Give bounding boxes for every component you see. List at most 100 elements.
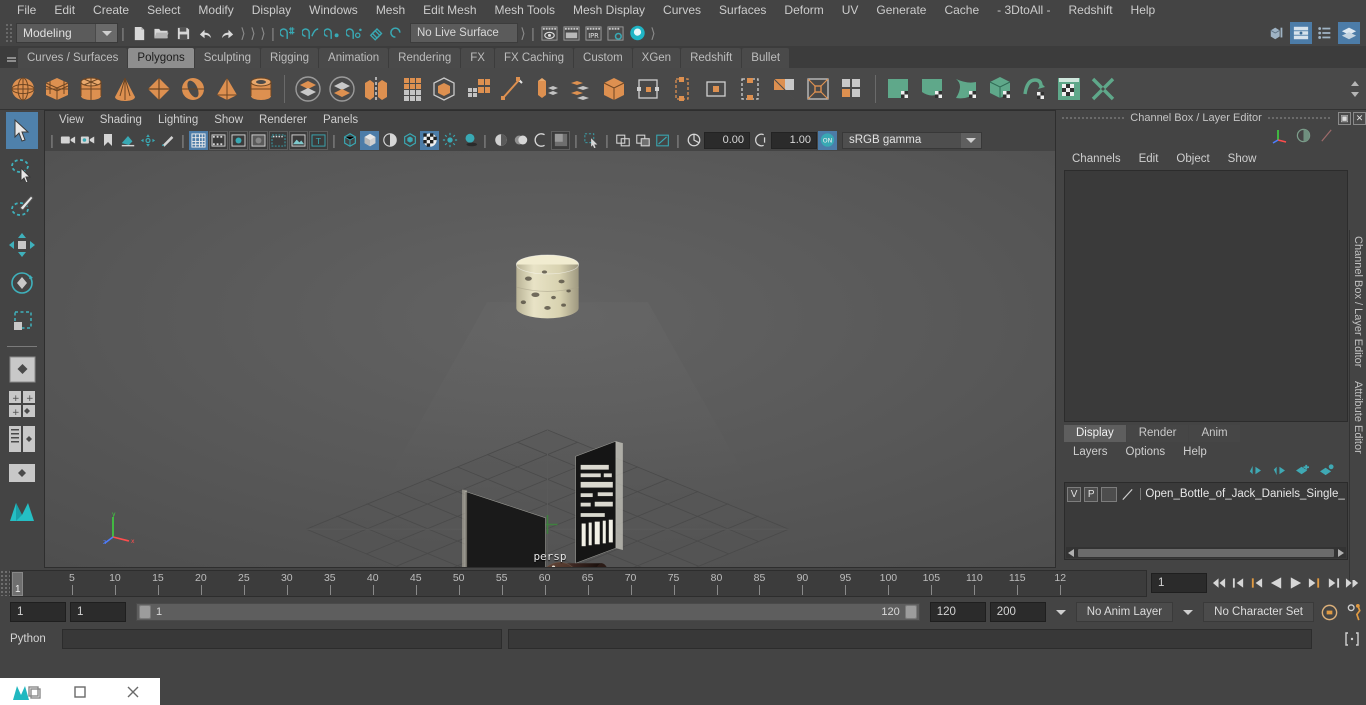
menu-item-uv[interactable]: UV (833, 0, 868, 20)
separate-icon[interactable] (325, 72, 359, 106)
poly-cone-icon[interactable] (108, 72, 142, 106)
color-management-toggle-icon[interactable]: ON (818, 130, 837, 150)
uv-planar-icon[interactable] (882, 72, 916, 106)
side-tab-attribute-editor[interactable]: Attribute Editor (1352, 381, 1364, 454)
channel-box-menu-edit[interactable]: Edit (1131, 153, 1167, 165)
render-settings-icon[interactable] (604, 22, 626, 44)
outliner-persp-layout-icon[interactable] (6, 423, 38, 455)
step-forward-keyframe-icon[interactable] (1325, 574, 1341, 592)
animation-preferences-icon[interactable] (1344, 603, 1366, 621)
layer-list-scrollbar[interactable] (1066, 547, 1346, 558)
close-icon[interactable]: ✕ (1353, 111, 1366, 125)
exposure-adjust-icon[interactable] (684, 131, 703, 150)
gamma-adjust-icon[interactable] (751, 131, 770, 150)
tab-render[interactable]: Render (1126, 425, 1189, 442)
menu-item-3dtoall[interactable]: - 3DtoAll - (988, 0, 1059, 20)
menu-item-edit-mesh[interactable]: Edit Mesh (414, 0, 485, 20)
status-line-grip[interactable] (4, 22, 12, 44)
append-polygon-icon[interactable] (563, 72, 597, 106)
channel-box-content[interactable] (1064, 170, 1348, 422)
shelf-tab-rigging[interactable]: Rigging (261, 48, 319, 68)
mirror-icon[interactable] (359, 72, 393, 106)
screen-space-ao-icon[interactable] (491, 131, 510, 150)
poly-cylinder-icon[interactable] (74, 72, 108, 106)
minimize-icon[interactable] (53, 678, 106, 705)
range-right-handle[interactable] (904, 605, 917, 619)
time-slider-grip[interactable] (0, 570, 10, 596)
shelf-tab-xgen[interactable]: XGen (632, 48, 681, 68)
gamma-value-field[interactable]: 1.00 (771, 131, 817, 149)
poly-pipe-icon[interactable] (244, 72, 278, 106)
anim-end-field[interactable]: 200 (989, 602, 1046, 622)
menu-item-display[interactable]: Display (243, 0, 300, 20)
shelf-tab-bullet[interactable]: Bullet (742, 48, 790, 68)
gate-mask-icon[interactable] (249, 130, 268, 150)
tab-anim[interactable]: Anim (1189, 425, 1240, 442)
perspective-viewport[interactable]: persp y x z (45, 151, 1055, 567)
four-view-layout-icon[interactable]: + + + (6, 388, 38, 420)
viewport-menu-renderer[interactable]: Renderer (251, 111, 315, 129)
tab-display[interactable]: Display (1064, 425, 1126, 442)
smooth-shade-icon[interactable] (360, 130, 379, 150)
use-all-lights-icon[interactable] (440, 131, 459, 150)
move-tool-icon[interactable] (6, 226, 38, 263)
shelf-tab-sculpting[interactable]: Sculpting (194, 48, 261, 68)
menu-item-mesh-display[interactable]: Mesh Display (564, 0, 654, 20)
maya-app-icon[interactable] (0, 678, 53, 705)
xray-icon[interactable] (613, 131, 632, 150)
film-origin-icon[interactable] (269, 130, 288, 150)
menu-item-deform[interactable]: Deform (775, 0, 832, 20)
color-space-selector[interactable]: sRGB gamma (842, 131, 982, 149)
extrude-icon[interactable] (461, 72, 495, 106)
hypergraph-persp-layout-icon[interactable] (6, 458, 38, 490)
snap-to-curve-icon[interactable] (300, 22, 322, 44)
shelf-tab-redshift[interactable]: Redshift (681, 48, 742, 68)
render-sequence-icon[interactable] (560, 22, 582, 44)
command-language-label[interactable]: Python (10, 633, 56, 645)
uv-editor-icon[interactable] (1052, 72, 1086, 106)
scroll-thumb[interactable] (1078, 548, 1334, 557)
layer-menu-options[interactable]: Options (1117, 446, 1175, 458)
menu-item-mesh[interactable]: Mesh (367, 0, 414, 20)
poly-pyramid-icon[interactable] (210, 72, 244, 106)
lasso-select-tool-icon[interactable] (6, 150, 38, 187)
layer-menu-help[interactable]: Help (1174, 446, 1216, 458)
paint-select-tool-icon[interactable] (6, 188, 38, 225)
channel-box-menu-show[interactable]: Show (1220, 153, 1265, 165)
move-layer-up-icon[interactable] (1247, 464, 1262, 480)
single-perspective-layout-icon[interactable] (6, 353, 38, 385)
auto-keyframe-icon[interactable] (1318, 603, 1340, 621)
viewport-menu-lighting[interactable]: Lighting (150, 111, 206, 129)
textured-icon[interactable] (400, 131, 419, 150)
texture-checker-icon[interactable] (420, 130, 439, 150)
open-scene-icon[interactable] (150, 22, 172, 44)
playback-start-field[interactable]: 1 (70, 602, 126, 622)
scroll-right-arrow-icon[interactable] (1335, 548, 1346, 557)
character-set-dropdown-arrow[interactable] (1177, 603, 1199, 621)
offset-edge-loop-icon[interactable] (665, 72, 699, 106)
exposure-value-field[interactable]: 0.00 (704, 131, 750, 149)
grid-toggle-icon[interactable] (189, 130, 208, 150)
move-layer-down-icon[interactable] (1271, 464, 1286, 480)
attribute-editor-toggle-icon[interactable] (1290, 22, 1312, 44)
isolate-select-icon[interactable] (582, 131, 601, 150)
menu-item-generate[interactable]: Generate (867, 0, 935, 20)
resolution-gate-icon[interactable] (229, 130, 248, 150)
undo-icon[interactable] (194, 22, 216, 44)
scroll-left-arrow-icon[interactable] (1066, 548, 1077, 557)
redo-icon[interactable] (216, 22, 238, 44)
snap-to-projected-center-icon[interactable] (344, 22, 366, 44)
poly-plane-icon[interactable] (142, 72, 176, 106)
shelf-tab-custom[interactable]: Custom (574, 48, 632, 68)
menu-item-file[interactable]: File (8, 0, 45, 20)
show-hide-modeling-toolkit-icon[interactable] (1266, 22, 1288, 44)
step-forward-frame-icon[interactable] (1306, 574, 1322, 592)
current-time-indicator[interactable]: 1 (12, 571, 23, 596)
menu-item-create[interactable]: Create (84, 0, 138, 20)
two-d-pan-zoom-icon[interactable] (138, 131, 157, 150)
layer-menu-layers[interactable]: Layers (1064, 446, 1117, 458)
poly-cube-icon[interactable] (40, 72, 74, 106)
side-tab-channel-box[interactable]: Channel Box / Layer Editor (1352, 236, 1364, 367)
channel-box-menu-object[interactable]: Object (1168, 153, 1217, 165)
motion-blur-icon[interactable] (511, 131, 530, 150)
